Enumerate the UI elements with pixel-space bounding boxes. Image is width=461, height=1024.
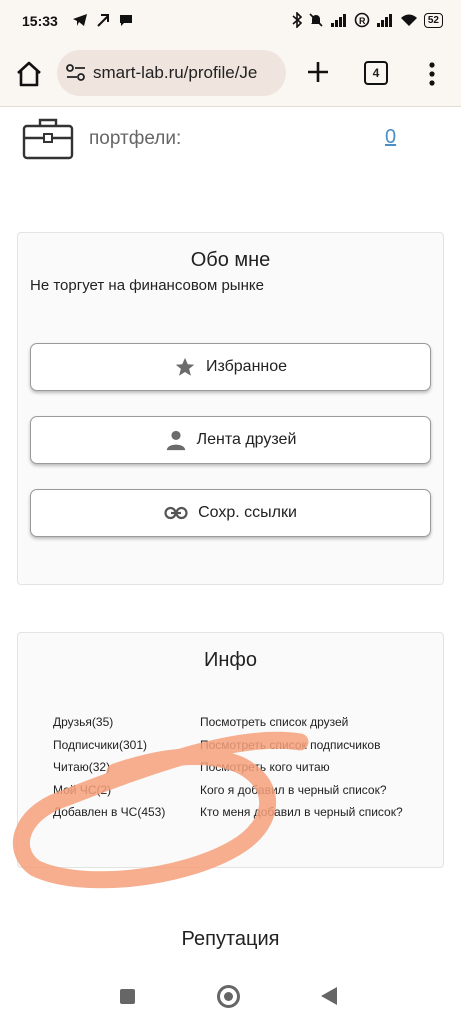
wifi-icon — [400, 14, 417, 26]
friends-feed-label: Лента друзей — [196, 431, 297, 448]
browser-toolbar: smart-lab.ru/profile/Je 4 — [0, 44, 461, 107]
reputation-title: Репутация — [181, 928, 280, 950]
home-nav-icon[interactable] — [217, 985, 240, 1008]
portfolio-label: портфели: — [89, 128, 182, 149]
site-settings-icon[interactable] — [65, 63, 87, 83]
back-icon[interactable] — [321, 987, 337, 1005]
status-left-icons — [72, 12, 134, 28]
address-bar[interactable]: smart-lab.ru/profile/Je — [57, 50, 286, 96]
tab-switcher-button[interactable]: 4 — [364, 61, 388, 85]
home-icon[interactable] — [14, 59, 44, 89]
bluetooth-icon — [292, 12, 302, 28]
battery-icon: 52 — [423, 12, 443, 28]
person-icon — [166, 430, 185, 451]
info-title: Инфо — [204, 649, 257, 671]
reading-count: Читаю(32) — [53, 760, 111, 774]
subscribers-count: Подписчики(301) — [53, 738, 148, 752]
blacklisted-by-link[interactable]: Кто меня добавил в черный список? — [200, 805, 403, 819]
r-icon: R — [354, 12, 370, 28]
arrow-icon — [97, 14, 109, 27]
status-right-icons: R 52 — [292, 12, 443, 28]
blacklisted-by-count: Добавлен в ЧС(453) — [53, 805, 166, 819]
favorites-label: Избранное — [205, 358, 288, 375]
signal-icon — [330, 14, 346, 27]
friends-count: Друзья(35) — [53, 715, 114, 729]
briefcase-icon — [22, 118, 74, 160]
signal-icon-2 — [376, 14, 392, 27]
about-text: Не торгует на финансовом рынке — [30, 277, 264, 294]
subscribers-list-link[interactable]: Посмотреть список подписчиков — [200, 738, 380, 752]
new-tab-icon[interactable] — [305, 59, 331, 85]
recents-icon[interactable] — [120, 989, 135, 1004]
system-nav-bar — [0, 970, 461, 1024]
saved-links-button[interactable]: Сохр. ссылки — [30, 489, 431, 537]
status-bar: 15:33 R 52 — [0, 0, 461, 44]
about-card: Обо мне Не торгует на финансовом рынке И… — [17, 232, 444, 585]
url-text[interactable]: smart-lab.ru/profile/Je — [93, 63, 257, 83]
favorites-button[interactable]: Избранное — [30, 343, 431, 391]
saved-links-label: Сохр. ссылки — [198, 504, 297, 521]
portfolio-count-link[interactable]: 0 — [385, 126, 396, 149]
svg-text:R: R — [359, 16, 366, 26]
info-card: Инфо Друзья(35) Посмотреть список друзей… — [17, 632, 444, 868]
star-icon — [175, 357, 195, 376]
friends-feed-button[interactable]: Лента друзей — [30, 416, 431, 464]
chat-icon — [120, 15, 132, 26]
mute-icon — [309, 13, 323, 27]
about-title: Обо мне — [190, 249, 271, 271]
status-time: 15:33 — [22, 13, 58, 29]
telegram-icon — [73, 14, 87, 26]
friends-list-link[interactable]: Посмотреть список друзей — [200, 715, 348, 729]
my-blacklist-link[interactable]: Кого я добавил в черный список? — [200, 783, 387, 797]
more-menu-icon[interactable] — [424, 61, 440, 87]
my-blacklist-count: Мой ЧС(2) — [53, 783, 112, 797]
reading-list-link[interactable]: Посмотреть кого читаю — [200, 760, 330, 774]
portfolio-row: портфели: 0 — [0, 110, 461, 170]
link-icon — [164, 506, 188, 520]
